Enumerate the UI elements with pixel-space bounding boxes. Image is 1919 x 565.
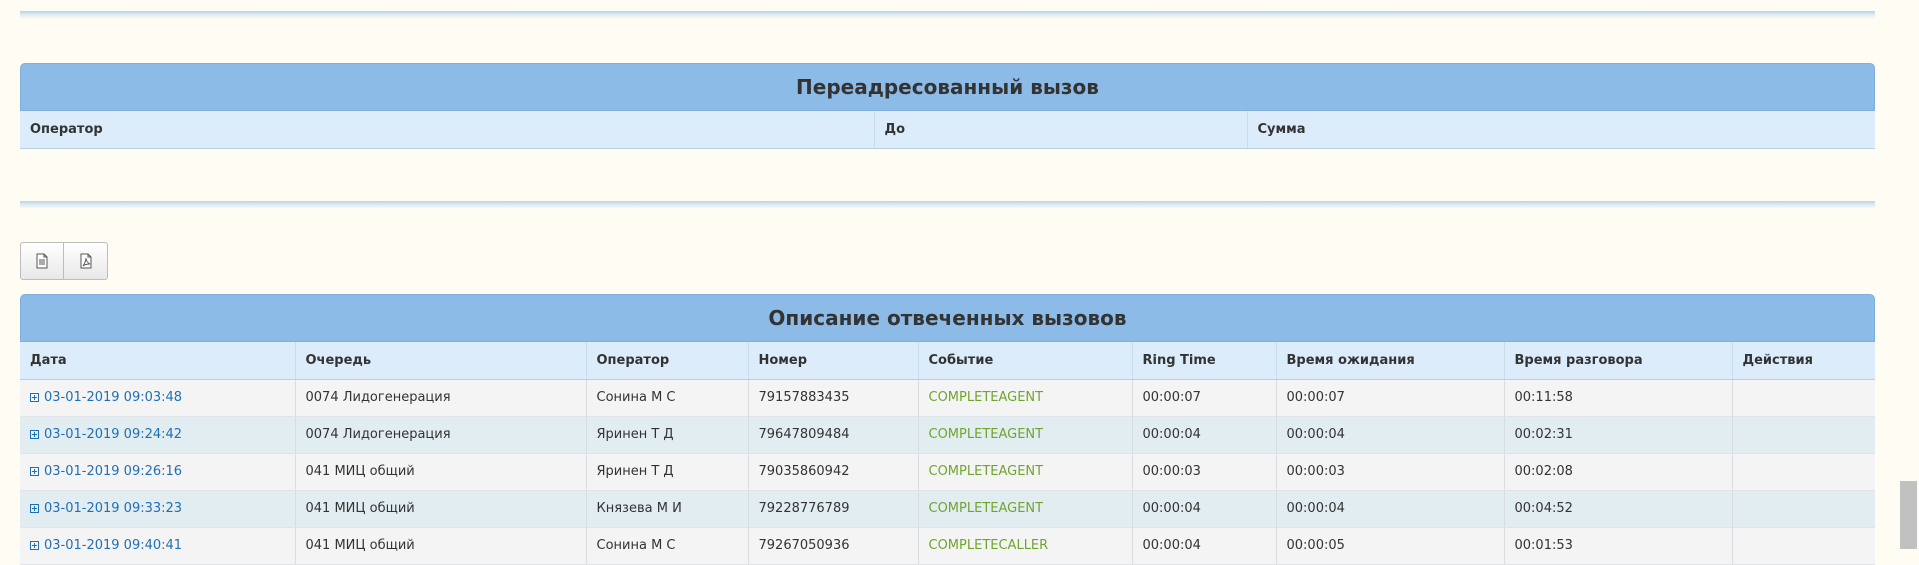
talk-time-cell: 00:11:58: [1504, 379, 1733, 417]
expand-plus-icon[interactable]: [30, 429, 39, 439]
forwarded-calls-panel: Переадресованный вызов Оператор До Сумма: [20, 63, 1875, 149]
ring-time-cell: 00:00:04: [1132, 490, 1277, 528]
answered-calls-title: Описание отвеченных вызовов: [20, 294, 1875, 342]
expand-plus-icon[interactable]: [30, 392, 39, 402]
column-header-talk-time[interactable]: Время разговора: [1504, 342, 1733, 380]
talk-time-cell: 00:04:52: [1504, 490, 1733, 528]
wait-time-cell: 00:00:04: [1276, 416, 1505, 454]
date-link[interactable]: 03-01-2019 09:33:23: [30, 501, 182, 516]
date-link[interactable]: 03-01-2019 09:24:42: [30, 427, 182, 442]
event-cell: COMPLETEAGENT: [918, 379, 1133, 417]
queue-cell: 041 МИЦ общий: [295, 490, 587, 528]
column-header-ring-time[interactable]: Ring Time: [1132, 342, 1277, 380]
table-row: 03-01-2019 09:40:41 041 МИЦ общий Сонина…: [20, 527, 1875, 565]
column-header-operator[interactable]: Оператор: [20, 111, 875, 149]
wait-time-cell: 00:00:04: [1276, 490, 1505, 528]
event-cell: COMPLETEAGENT: [918, 416, 1133, 454]
column-header-wait-time[interactable]: Время ожидания: [1276, 342, 1505, 380]
column-header-queue[interactable]: Очередь: [295, 342, 587, 380]
event-cell: COMPLETEAGENT: [918, 453, 1133, 491]
queue-cell: 041 МИЦ общий: [295, 527, 587, 565]
number-cell: 79647809484: [748, 416, 919, 454]
ring-time-cell: 00:00:04: [1132, 416, 1277, 454]
operator-cell: Сонина М С: [586, 379, 749, 417]
expand-plus-icon[interactable]: [30, 503, 39, 513]
export-pdf-button[interactable]: [64, 242, 108, 280]
wait-time-cell: 00:00:05: [1276, 527, 1505, 565]
actions-cell: [1732, 416, 1875, 454]
number-cell: 79228776789: [748, 490, 919, 528]
actions-cell: [1732, 379, 1875, 417]
date-link[interactable]: 03-01-2019 09:40:41: [30, 538, 182, 553]
queue-cell: 0074 Лидогенерация: [295, 379, 587, 417]
operator-cell: Яринен Т Д: [586, 453, 749, 491]
table-row: 03-01-2019 09:26:16 041 МИЦ общий Яринен…: [20, 453, 1875, 491]
wait-time-cell: 00:00:03: [1276, 453, 1505, 491]
ring-time-cell: 00:00:07: [1132, 379, 1277, 417]
vertical-scrollbar[interactable]: [1897, 0, 1919, 549]
operator-cell: Яринен Т Д: [586, 416, 749, 454]
actions-cell: [1732, 490, 1875, 528]
wait-time-cell: 00:00:07: [1276, 379, 1505, 417]
table-row: 03-01-2019 09:33:23 041 МИЦ общий Князев…: [20, 490, 1875, 528]
event-cell: COMPLETEAGENT: [918, 490, 1133, 528]
column-header-to[interactable]: До: [874, 111, 1248, 149]
date-link[interactable]: 03-01-2019 09:26:16: [30, 464, 182, 479]
top-divider: [20, 11, 1875, 19]
scrollbar-thumb[interactable]: [1900, 481, 1917, 549]
operator-cell: Сонина М С: [586, 527, 749, 565]
ring-time-cell: 00:00:03: [1132, 453, 1277, 491]
expand-plus-icon[interactable]: [30, 540, 39, 550]
forwarded-calls-title: Переадресованный вызов: [20, 63, 1875, 111]
queue-cell: 0074 Лидогенерация: [295, 416, 587, 454]
event-cell: COMPLETECALLER: [918, 527, 1133, 565]
export-toolbar: [20, 242, 108, 280]
export-document-button[interactable]: [20, 242, 64, 280]
column-header-number[interactable]: Номер: [748, 342, 919, 380]
talk-time-cell: 00:02:08: [1504, 453, 1733, 491]
actions-cell: [1732, 453, 1875, 491]
actions-cell: [1732, 527, 1875, 565]
queue-cell: 041 МИЦ общий: [295, 453, 587, 491]
middle-divider: [20, 201, 1875, 209]
expand-plus-icon[interactable]: [30, 466, 39, 476]
answered-calls-panel: Описание отвеченных вызовов Дата Очередь…: [20, 294, 1875, 565]
column-header-operator[interactable]: Оператор: [586, 342, 749, 380]
talk-time-cell: 00:01:53: [1504, 527, 1733, 565]
column-header-actions: Действия: [1732, 342, 1875, 380]
column-header-event[interactable]: Событие: [918, 342, 1133, 380]
pdf-icon: [80, 253, 91, 269]
column-header-date[interactable]: Дата: [20, 342, 296, 380]
document-icon: [36, 253, 48, 269]
table-row: 03-01-2019 09:03:48 0074 Лидогенерация С…: [20, 379, 1875, 417]
number-cell: 79157883435: [748, 379, 919, 417]
talk-time-cell: 00:02:31: [1504, 416, 1733, 454]
number-cell: 79267050936: [748, 527, 919, 565]
operator-cell: Князева М И: [586, 490, 749, 528]
answered-calls-table: Дата Очередь Оператор Номер Событие Ring…: [20, 342, 1875, 565]
number-cell: 79035860942: [748, 453, 919, 491]
date-link[interactable]: 03-01-2019 09:03:48: [30, 390, 182, 405]
column-header-sum[interactable]: Сумма: [1247, 111, 1875, 149]
table-row: 03-01-2019 09:24:42 0074 Лидогенерация Я…: [20, 416, 1875, 454]
forwarded-calls-table: Оператор До Сумма: [20, 111, 1875, 149]
ring-time-cell: 00:00:04: [1132, 527, 1277, 565]
